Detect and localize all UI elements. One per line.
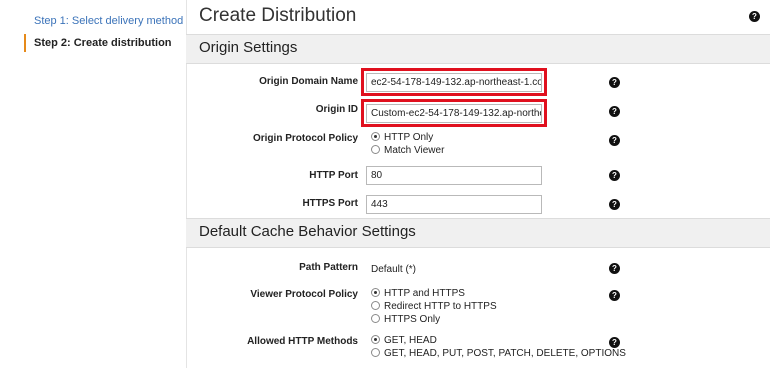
section-title: Origin Settings	[199, 39, 298, 56]
path-pattern-label: Path Pattern	[299, 262, 358, 273]
radio-http-and-https[interactable]: HTTP and HTTPS	[371, 287, 465, 300]
help-icon[interactable]: ?	[609, 199, 620, 210]
radio-redirect-http-to-https[interactable]: Redirect HTTP to HTTPS	[371, 300, 497, 313]
radio-match-viewer[interactable]: Match Viewer	[371, 144, 445, 157]
help-icon[interactable]: ?	[749, 11, 760, 22]
radio-http-only[interactable]: HTTP Only	[371, 131, 434, 144]
page-title: Create Distribution	[199, 5, 357, 26]
radio-icon[interactable]	[371, 300, 380, 310]
cache-behavior-header: Default Cache Behavior Settings	[186, 218, 770, 248]
radio-selected-icon[interactable]	[371, 334, 380, 344]
origin-domain-label: Origin Domain Name	[259, 76, 358, 87]
wizard-sidebar: Step 1: Select delivery method Step 2: C…	[0, 0, 187, 368]
radio-icon[interactable]	[371, 347, 380, 357]
radio-label: HTTPS Only	[384, 314, 441, 325]
origin-id-label: Origin ID	[315, 104, 358, 115]
help-icon[interactable]: ?	[609, 77, 620, 88]
section-title: Default Cache Behavior Settings	[199, 223, 416, 240]
radio-icon[interactable]	[371, 313, 380, 323]
help-icon[interactable]: ?	[609, 337, 620, 348]
radio-label: HTTP Only	[384, 132, 434, 143]
allowed-methods-label: Allowed HTTP Methods	[247, 336, 358, 347]
origin-domain-input[interactable]: ec2-54-178-149-132.ap-northeast-1.com	[366, 73, 542, 92]
radio-selected-icon[interactable]	[371, 287, 380, 297]
radio-get-head[interactable]: GET, HEAD	[371, 334, 437, 347]
help-icon[interactable]: ?	[609, 290, 620, 301]
viewer-protocol-label: Viewer Protocol Policy	[250, 289, 358, 300]
help-icon[interactable]: ?	[609, 263, 620, 274]
help-icon[interactable]: ?	[609, 106, 620, 117]
http-port-input[interactable]: 80	[366, 166, 542, 185]
https-port-label: HTTPS Port	[302, 198, 358, 209]
radio-label: GET, HEAD	[384, 335, 437, 346]
path-pattern-value: Default (*)	[371, 264, 417, 275]
radio-https-only[interactable]: HTTPS Only	[371, 313, 441, 326]
origin-settings-header: Origin Settings	[186, 34, 770, 64]
radio-label: Match Viewer	[384, 145, 445, 156]
radio-icon[interactable]	[371, 144, 380, 154]
origin-id-input[interactable]: Custom-ec2-54-178-149-132.ap-northeast	[366, 104, 542, 123]
radio-label: GET, HEAD, PUT, POST, PATCH, DELETE, OPT…	[384, 348, 626, 359]
https-port-input[interactable]: 443	[366, 195, 542, 214]
radio-label: Redirect HTTP to HTTPS	[384, 301, 497, 312]
step-1-link[interactable]: Step 1: Select delivery method	[34, 15, 183, 27]
help-icon[interactable]: ?	[609, 170, 620, 181]
radio-all-methods[interactable]: GET, HEAD, PUT, POST, PATCH, DELETE, OPT…	[371, 347, 626, 360]
radio-selected-icon[interactable]	[371, 131, 380, 141]
step-2-current: Step 2: Create distribution	[24, 34, 172, 52]
help-icon[interactable]: ?	[609, 135, 620, 146]
radio-label: HTTP and HTTPS	[384, 288, 465, 299]
origin-protocol-label: Origin Protocol Policy	[252, 133, 358, 144]
http-port-label: HTTP Port	[309, 170, 358, 181]
